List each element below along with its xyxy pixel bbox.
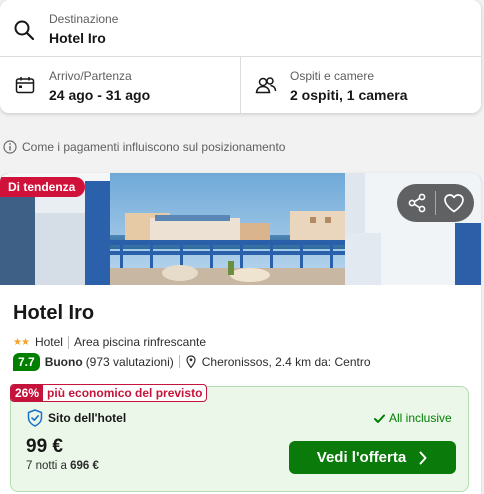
payment-ranking-info[interactable]: Come i pagamenti influiscono sul posizio… bbox=[3, 139, 285, 155]
guests-value: 2 ospiti, 1 camera bbox=[290, 87, 408, 103]
trending-badge: Di tendenza bbox=[0, 177, 86, 197]
check-icon bbox=[374, 413, 385, 423]
location-pin-icon bbox=[186, 355, 196, 369]
dates-field[interactable]: Arrivo/Partenza 24 ago - 31 ago bbox=[0, 57, 241, 113]
destination-label: Destinazione bbox=[49, 12, 119, 26]
heart-icon[interactable] bbox=[442, 191, 466, 215]
hotel-meta: ★★ Hotel Area piscina rinfrescante bbox=[13, 334, 206, 350]
deal-text: più economico del previsto bbox=[47, 386, 203, 400]
total-price: 7 notti a 696 € bbox=[26, 460, 99, 472]
hotel-card[interactable]: Di tendenza Hotel Iro ★★ Hotel Area pisc… bbox=[0, 173, 481, 494]
total-prefix: 7 notti a bbox=[26, 460, 67, 472]
deal-tag: 26% più economico del previsto bbox=[10, 384, 208, 402]
nightly-price: 99 € bbox=[26, 436, 63, 457]
share-icon[interactable] bbox=[405, 191, 429, 215]
hotel-name[interactable]: Hotel Iro bbox=[13, 302, 94, 325]
total-value: 696 € bbox=[70, 460, 99, 472]
shield-check-icon bbox=[27, 409, 43, 427]
info-icon bbox=[3, 140, 17, 154]
star-rating: ★★ bbox=[13, 336, 30, 348]
info-text: Come i pagamenti influiscono sul posizio… bbox=[22, 140, 286, 154]
deal-percent: 26% bbox=[11, 385, 44, 401]
inclusion-text: All inclusive bbox=[389, 411, 452, 425]
guests-label: Ospiti e camere bbox=[290, 69, 375, 83]
guests-icon bbox=[255, 76, 277, 94]
score-badge: 7.7 bbox=[13, 352, 40, 371]
destination-value: Hotel Iro bbox=[49, 30, 106, 46]
search-icon bbox=[13, 19, 35, 41]
actions-divider bbox=[435, 191, 436, 215]
view-offer-button[interactable]: Vedi l'offerta bbox=[289, 441, 456, 474]
inclusion: All inclusive bbox=[374, 410, 452, 426]
rating-word: Buono bbox=[44, 354, 83, 369]
dates-label: Arrivo/Partenza bbox=[49, 69, 132, 83]
chevron-right-icon bbox=[418, 451, 428, 465]
meta-divider bbox=[67, 335, 69, 349]
hotel-feature: Area piscina rinfrescante bbox=[73, 335, 207, 349]
review-count: (973 valutazioni) bbox=[85, 354, 174, 369]
search-card: Destinazione Hotel Iro Arrivo/Partenza 2… bbox=[0, 0, 481, 113]
view-offer-label: Vedi l'offerta bbox=[316, 449, 407, 466]
site-name: Sito dell'hotel bbox=[48, 411, 127, 425]
destination-field[interactable]: Destinazione Hotel Iro bbox=[0, 0, 481, 57]
rating-line[interactable]: 7.7 Buono (973 valutazioni) Cheronissos,… bbox=[13, 352, 371, 371]
offer-site: Sito dell'hotel bbox=[27, 409, 126, 427]
dates-value: 24 ago - 31 ago bbox=[49, 87, 151, 103]
hotel-type: Hotel bbox=[34, 335, 63, 349]
calendar-icon bbox=[15, 76, 35, 94]
hotel-location: Cheronissos, 2.4 km da: Centro bbox=[201, 354, 371, 369]
rating-divider bbox=[178, 355, 180, 368]
guests-field[interactable]: Ospiti e camere 2 ospiti, 1 camera bbox=[242, 57, 481, 113]
photo-actions bbox=[397, 184, 474, 222]
